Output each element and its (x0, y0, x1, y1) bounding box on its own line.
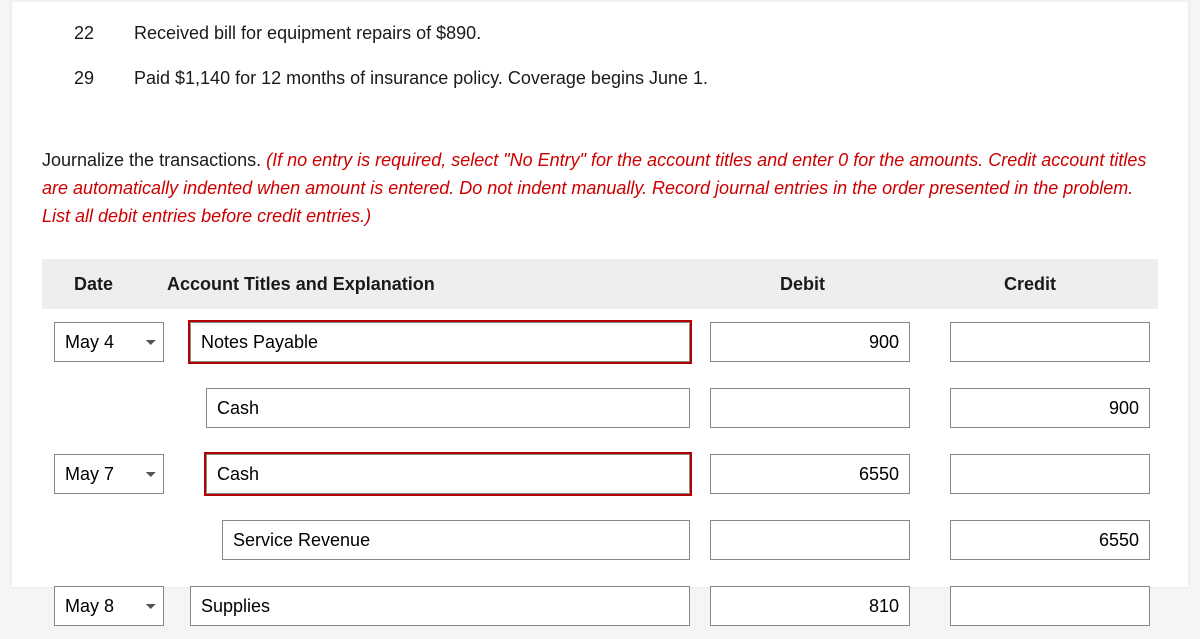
date-select[interactable]: May 7 (54, 454, 164, 494)
account-title-input[interactable] (206, 454, 690, 494)
tx-desc: Paid $1,140 for 12 months of insurance p… (134, 66, 1158, 91)
account-title-input[interactable] (222, 520, 690, 560)
debit-input[interactable] (710, 454, 910, 494)
instructions: Journalize the transactions. (If no entr… (12, 147, 1188, 231)
credit-input[interactable] (950, 520, 1150, 560)
date-select[interactable]: May 4 (54, 322, 164, 362)
header-credit: Credit (934, 274, 1158, 295)
credit-input[interactable] (950, 322, 1150, 362)
journal-area: Date Account Titles and Explanation Debi… (12, 259, 1188, 639)
debit-input[interactable] (710, 586, 910, 626)
journal-row: May 8 (42, 573, 1158, 639)
journal-row (42, 375, 1158, 441)
account-title-input[interactable] (190, 322, 690, 362)
instructions-lead: Journalize the transactions. (42, 150, 266, 170)
transaction-row: 29 Paid $1,140 for 12 months of insuranc… (74, 66, 1158, 91)
tx-day: 22 (74, 21, 134, 46)
tx-desc: Received bill for equipment repairs of $… (134, 21, 1158, 46)
header-date: Date (42, 274, 167, 295)
header-account: Account Titles and Explanation (167, 274, 710, 295)
account-title-input[interactable] (206, 388, 690, 428)
journal-header: Date Account Titles and Explanation Debi… (42, 259, 1158, 309)
transaction-row: 22 Received bill for equipment repairs o… (74, 21, 1158, 46)
journal-row (42, 507, 1158, 573)
journal-row: May 7 (42, 441, 1158, 507)
credit-input[interactable] (950, 388, 1150, 428)
debit-input[interactable] (710, 388, 910, 428)
credit-input[interactable] (950, 454, 1150, 494)
debit-input[interactable] (710, 520, 910, 560)
date-select[interactable]: May 8 (54, 586, 164, 626)
debit-input[interactable] (710, 322, 910, 362)
credit-input[interactable] (950, 586, 1150, 626)
top-shadow (12, 0, 1188, 3)
journal-row: May 4 (42, 309, 1158, 375)
tx-day: 29 (74, 66, 134, 91)
header-debit: Debit (710, 274, 934, 295)
transaction-list: 22 Received bill for equipment repairs o… (12, 21, 1188, 91)
account-title-input[interactable] (190, 586, 690, 626)
